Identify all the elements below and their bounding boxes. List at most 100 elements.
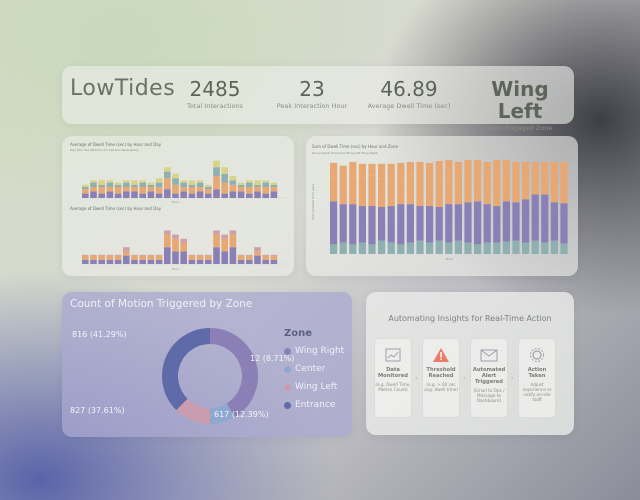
chart1-bar — [123, 191, 130, 198]
chart1-bar — [98, 184, 105, 187]
chart1-bar — [213, 167, 220, 176]
chart3-bar — [435, 160, 443, 177]
chart1-bar — [180, 191, 187, 198]
chart3-bar — [454, 175, 462, 205]
chart1-bar — [254, 191, 261, 198]
chart2-bar — [254, 247, 261, 252]
chart2-bar — [82, 254, 89, 256]
chart3-bar — [512, 161, 520, 174]
chart3-title: Sum of Dwell Time (sec) by Hour and Zone — [312, 144, 398, 149]
chart1-bar — [196, 187, 204, 192]
kpi-label: Peak Interaction Hour — [276, 102, 348, 110]
chart3-bar — [464, 202, 472, 243]
chart1-bar — [229, 191, 237, 198]
chart1-bar — [229, 176, 237, 181]
legend-dot — [284, 365, 291, 373]
chart3-bar — [493, 206, 501, 243]
chart3-bar — [474, 174, 482, 202]
chart2-bar — [155, 259, 163, 264]
step-name: Data Monitored — [377, 367, 409, 379]
chart3-bar — [397, 180, 405, 205]
chart3-bar — [502, 160, 510, 175]
chart3-bar — [483, 161, 491, 176]
chart3-bar — [454, 161, 462, 176]
legend-item-entrance[interactable]: Entrance — [284, 400, 335, 410]
chart1-bar — [147, 184, 155, 187]
chart1-bar — [262, 180, 269, 183]
chart2-bar — [229, 247, 237, 264]
chart3-bar — [560, 179, 568, 204]
chart1-bar — [270, 182, 278, 185]
chart1-bar — [237, 187, 245, 192]
chart2-bar — [254, 255, 261, 264]
chart3-bar — [349, 244, 357, 254]
chart3-bar — [426, 177, 434, 207]
chart3-bar — [368, 175, 376, 207]
chart3-bar — [560, 161, 568, 180]
chart2-bar — [172, 234, 179, 239]
step-desc: (e.g. > 60 sec avg. dwell time) — [424, 382, 458, 392]
chart2-bar — [254, 251, 261, 256]
donut-slice[interactable] — [176, 398, 211, 424]
chart3-bar — [406, 242, 414, 254]
kpi-label: Most Engaged Zone — [487, 124, 553, 132]
chart2-bar — [155, 255, 163, 260]
legend-item-wing-right[interactable]: Wing Right — [284, 346, 344, 356]
legend-item-wing-left[interactable]: Wing Left — [284, 382, 337, 392]
chart3-bar — [368, 244, 376, 254]
chart2-bar — [205, 255, 212, 260]
chart1-xlabel: Hour — [172, 200, 180, 204]
chart3-bar — [349, 204, 357, 245]
chart2-bar — [205, 254, 212, 256]
chart3-bar — [416, 173, 424, 207]
chart2-bar — [164, 230, 171, 235]
chart1-bar — [172, 178, 179, 185]
chart3-bar — [550, 177, 558, 203]
chart1-bar — [164, 189, 171, 198]
chart3-bar — [378, 240, 386, 254]
chart3-bar — [349, 177, 357, 205]
arrow-icon: › — [463, 374, 466, 382]
chart3-bar — [397, 244, 405, 254]
chart1-bar — [188, 187, 196, 194]
chart3-bar — [550, 161, 558, 178]
chart3-bar — [435, 176, 443, 207]
chart2-bar — [221, 234, 228, 239]
chart2-bar — [82, 255, 89, 260]
chart2-bar — [139, 255, 146, 260]
warning-icon — [423, 343, 459, 367]
chart3-bar — [358, 206, 366, 243]
dwell-time-small-charts: Average of Dwell Time (sec) by Hour and … — [70, 142, 288, 271]
legend-item-center[interactable]: Center — [284, 364, 325, 374]
chart2-bar — [246, 255, 253, 260]
chart2-bar — [180, 251, 187, 264]
chart2-bar — [114, 254, 122, 256]
step-desc: (e.g. Dwell Time, Motion Count) — [375, 382, 411, 392]
step-desc: (Email to Ops / Message to Dashboard) — [473, 388, 505, 403]
chart1-bar — [270, 184, 278, 187]
chart1-bar — [213, 176, 220, 190]
automation-flow-card: Automating Insights for Real-Time Action… — [366, 292, 574, 435]
chart2-bar — [196, 254, 204, 256]
donut-slice[interactable] — [209, 328, 258, 417]
chart3-bar — [493, 242, 501, 254]
chart2-bar — [270, 254, 278, 256]
chart1-bar — [147, 182, 155, 185]
chart3-bar — [330, 177, 338, 202]
chart3-bar — [474, 244, 482, 254]
chart1-bar — [139, 180, 146, 183]
chart1-bar — [131, 184, 138, 187]
chart1-bar — [82, 189, 89, 194]
chart2-bar — [205, 259, 212, 264]
chart3-bar — [387, 179, 395, 207]
chart2-bar — [123, 251, 130, 256]
chart3-bar — [368, 206, 376, 245]
step-name: Threshold Reached — [426, 367, 456, 379]
dwell-time-stacked-chart: Sum of Dwell Time (sec) by Hour and Zone… — [311, 144, 568, 261]
kpi-avg-dwell: 46.89 Average Dwell Time (sec) — [364, 78, 454, 110]
chart3-bar — [512, 173, 520, 203]
chart3-bar — [522, 199, 530, 243]
chart1-bar — [180, 182, 187, 187]
donut-slice[interactable] — [162, 328, 211, 411]
chart1-bar — [188, 180, 196, 185]
